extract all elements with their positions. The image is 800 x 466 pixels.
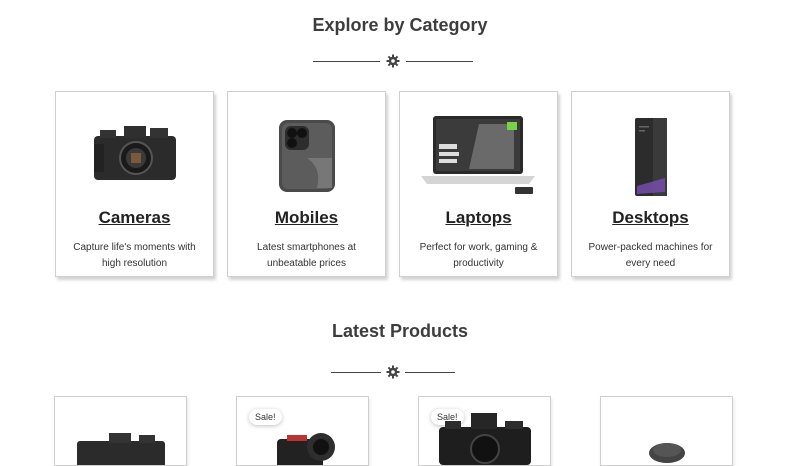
category-name[interactable]: Cameras [56, 208, 213, 228]
category-card-desktops[interactable]: Desktops Power-packed machines for every… [571, 91, 730, 277]
category-description: Capture life's moments with high resolut… [73, 242, 196, 269]
category-description: Latest smartphones at unbeatable prices [257, 242, 356, 269]
category-name[interactable]: Laptops [400, 208, 557, 228]
product-card[interactable]: Sale! [236, 396, 369, 466]
category-name[interactable]: Mobiles [228, 208, 385, 228]
smartphone-icon [228, 106, 385, 196]
camera-icon [56, 106, 213, 196]
gear-icon [386, 54, 400, 68]
divider-line-left [331, 372, 381, 373]
products-section-title: Latest Products [331, 321, 469, 341]
camera-icon [419, 409, 550, 465]
divider-line-right [406, 61, 473, 62]
category-divider [313, 54, 473, 68]
laptop-icon [400, 106, 557, 196]
product-card[interactable]: Sale! [418, 396, 551, 466]
sale-badge: Sale! [249, 409, 282, 425]
category-card-laptops[interactable]: Laptops Perfect for work, gaming & produ… [399, 91, 558, 277]
divider-line-right [405, 372, 455, 373]
product-card[interactable] [600, 396, 733, 466]
desktop-tower-icon [572, 106, 729, 196]
products-divider [331, 365, 455, 379]
category-section-title: Explore by Category [312, 15, 488, 35]
category-card-mobiles[interactable]: Mobiles Latest smartphones at unbeatable… [227, 91, 386, 277]
gear-icon [386, 365, 400, 379]
microphone-icon [601, 435, 732, 465]
camera-icon [55, 431, 186, 465]
action-camera-icon [237, 425, 368, 465]
category-description: Perfect for work, gaming & productivity [419, 242, 538, 269]
category-description: Power-packed machines for every need [588, 242, 713, 269]
product-card[interactable] [54, 396, 187, 466]
category-card-cameras[interactable]: Cameras Capture life's moments with high… [55, 91, 214, 277]
divider-line-left [313, 61, 380, 62]
category-name[interactable]: Desktops [572, 208, 729, 228]
